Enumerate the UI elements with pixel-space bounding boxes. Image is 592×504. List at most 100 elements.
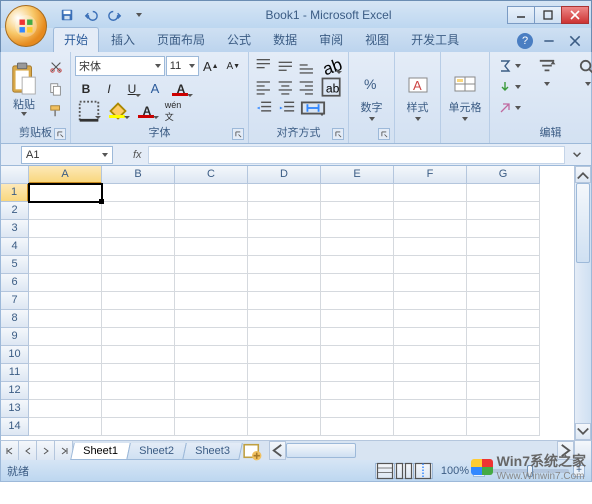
row-header[interactable]: 2 bbox=[1, 202, 29, 220]
alignment-launcher-icon[interactable] bbox=[332, 128, 344, 140]
cell[interactable] bbox=[29, 256, 102, 274]
cell[interactable] bbox=[102, 382, 175, 400]
cell[interactable] bbox=[175, 274, 248, 292]
cell[interactable] bbox=[321, 238, 394, 256]
row-header[interactable]: 13 bbox=[1, 400, 29, 418]
office-button[interactable] bbox=[5, 5, 47, 47]
cell[interactable] bbox=[102, 328, 175, 346]
cell[interactable] bbox=[321, 184, 394, 202]
cell[interactable] bbox=[102, 364, 175, 382]
cell[interactable] bbox=[248, 220, 321, 238]
normal-view-icon[interactable] bbox=[375, 463, 395, 479]
tab-page-layout[interactable]: 页面布局 bbox=[147, 28, 215, 52]
horizontal-scrollbar[interactable] bbox=[269, 441, 574, 460]
row-header[interactable]: 3 bbox=[1, 220, 29, 238]
minimize-button[interactable] bbox=[507, 6, 535, 24]
name-box[interactable]: A1 bbox=[21, 146, 113, 164]
cell[interactable] bbox=[467, 328, 540, 346]
cell[interactable] bbox=[467, 292, 540, 310]
cell[interactable] bbox=[102, 310, 175, 328]
scroll-left-icon[interactable] bbox=[269, 441, 286, 460]
column-header[interactable]: G bbox=[467, 166, 540, 184]
cell[interactable] bbox=[394, 364, 467, 382]
cell[interactable] bbox=[29, 328, 102, 346]
clear-icon[interactable] bbox=[496, 98, 523, 118]
close-button[interactable] bbox=[561, 6, 589, 24]
copy-icon[interactable] bbox=[46, 79, 66, 99]
cell[interactable] bbox=[248, 364, 321, 382]
cell[interactable] bbox=[175, 202, 248, 220]
cell[interactable] bbox=[175, 328, 248, 346]
tab-review[interactable]: 审阅 bbox=[309, 28, 353, 52]
cell[interactable] bbox=[248, 274, 321, 292]
scroll-down-icon[interactable] bbox=[575, 423, 591, 440]
row-header[interactable]: 10 bbox=[1, 346, 29, 364]
maximize-button[interactable] bbox=[534, 6, 562, 24]
font-launcher-icon[interactable] bbox=[232, 128, 244, 140]
cell[interactable] bbox=[467, 220, 540, 238]
row-header[interactable]: 14 bbox=[1, 418, 29, 436]
row-header[interactable]: 12 bbox=[1, 382, 29, 400]
cell[interactable] bbox=[248, 238, 321, 256]
redo-icon[interactable] bbox=[105, 5, 125, 25]
format-painter-icon[interactable] bbox=[46, 101, 66, 121]
insert-worksheet-icon[interactable] bbox=[241, 441, 263, 460]
cell[interactable] bbox=[467, 310, 540, 328]
cells-button[interactable]: 单元格 bbox=[445, 54, 485, 139]
row-header[interactable]: 4 bbox=[1, 238, 29, 256]
cell[interactable] bbox=[248, 184, 321, 202]
sheet-tab[interactable]: Sheet3 bbox=[182, 443, 242, 460]
paste-button[interactable]: 粘贴 bbox=[5, 54, 43, 123]
tab-view[interactable]: 视图 bbox=[355, 28, 399, 52]
tab-data[interactable]: 数据 bbox=[263, 28, 307, 52]
column-header[interactable]: F bbox=[394, 166, 467, 184]
cell[interactable] bbox=[248, 328, 321, 346]
qat-customize-icon[interactable] bbox=[129, 5, 149, 25]
cell[interactable] bbox=[175, 418, 248, 436]
align-bottom-icon[interactable] bbox=[296, 56, 317, 76]
row-header[interactable]: 5 bbox=[1, 256, 29, 274]
cell[interactable] bbox=[321, 400, 394, 418]
cell[interactable] bbox=[467, 418, 540, 436]
select-all-corner[interactable] bbox=[1, 166, 29, 184]
cell[interactable] bbox=[175, 364, 248, 382]
cell[interactable] bbox=[29, 400, 102, 418]
cell[interactable] bbox=[394, 346, 467, 364]
fx-icon[interactable]: fx bbox=[133, 149, 142, 161]
number-launcher-icon[interactable] bbox=[378, 128, 390, 140]
column-header[interactable]: C bbox=[175, 166, 248, 184]
sort-filter-icon[interactable] bbox=[530, 56, 564, 86]
cell[interactable] bbox=[29, 364, 102, 382]
cell[interactable] bbox=[394, 202, 467, 220]
cell[interactable] bbox=[102, 184, 175, 202]
cell[interactable] bbox=[394, 310, 467, 328]
tab-home[interactable]: 开始 bbox=[53, 27, 99, 52]
cell[interactable] bbox=[102, 400, 175, 418]
row-header[interactable]: 7 bbox=[1, 292, 29, 310]
cell[interactable] bbox=[321, 310, 394, 328]
cell[interactable] bbox=[102, 238, 175, 256]
cell[interactable] bbox=[467, 238, 540, 256]
row-header[interactable]: 1 bbox=[1, 184, 29, 202]
first-sheet-icon[interactable] bbox=[1, 441, 19, 460]
cell[interactable] bbox=[102, 220, 175, 238]
cell[interactable] bbox=[321, 256, 394, 274]
cell[interactable] bbox=[394, 256, 467, 274]
increase-indent-icon[interactable] bbox=[276, 98, 298, 118]
zoom-level[interactable]: 100% bbox=[441, 465, 469, 477]
cell[interactable] bbox=[321, 382, 394, 400]
scroll-right-icon[interactable] bbox=[557, 441, 574, 460]
cell[interactable] bbox=[102, 274, 175, 292]
cell[interactable] bbox=[29, 220, 102, 238]
clipboard-launcher-icon[interactable] bbox=[54, 128, 66, 140]
sheet-tab[interactable]: Sheet1 bbox=[70, 443, 130, 460]
cell[interactable] bbox=[175, 382, 248, 400]
cell[interactable] bbox=[321, 274, 394, 292]
cell[interactable] bbox=[175, 310, 248, 328]
cell[interactable] bbox=[102, 346, 175, 364]
autosum-icon[interactable] bbox=[496, 56, 523, 76]
align-top-icon[interactable] bbox=[253, 56, 274, 76]
cell[interactable] bbox=[467, 382, 540, 400]
cell[interactable] bbox=[321, 202, 394, 220]
cell[interactable] bbox=[248, 346, 321, 364]
